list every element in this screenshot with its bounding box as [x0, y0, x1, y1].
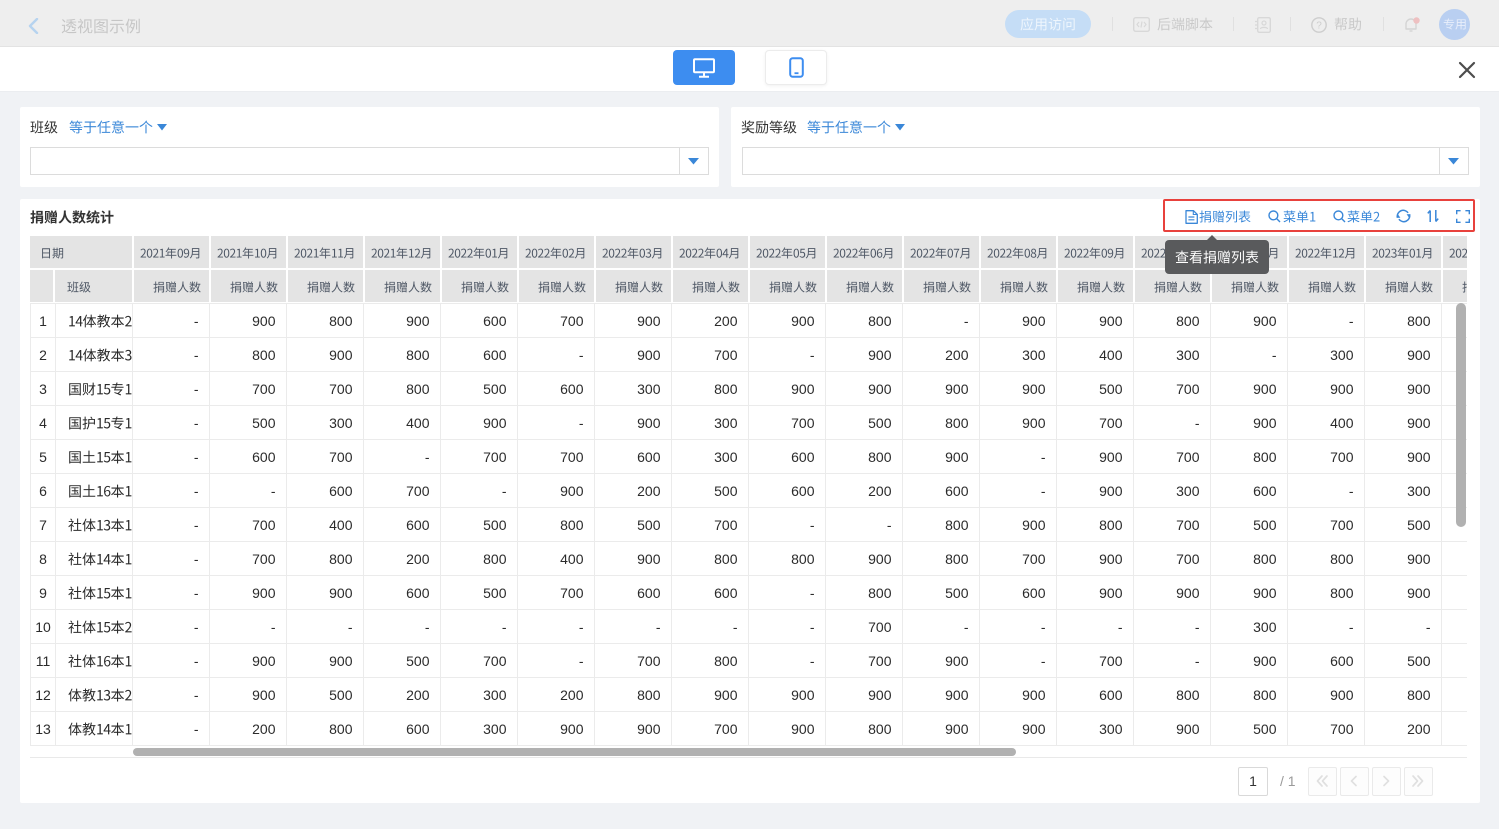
- svg-text:?: ?: [1316, 20, 1322, 31]
